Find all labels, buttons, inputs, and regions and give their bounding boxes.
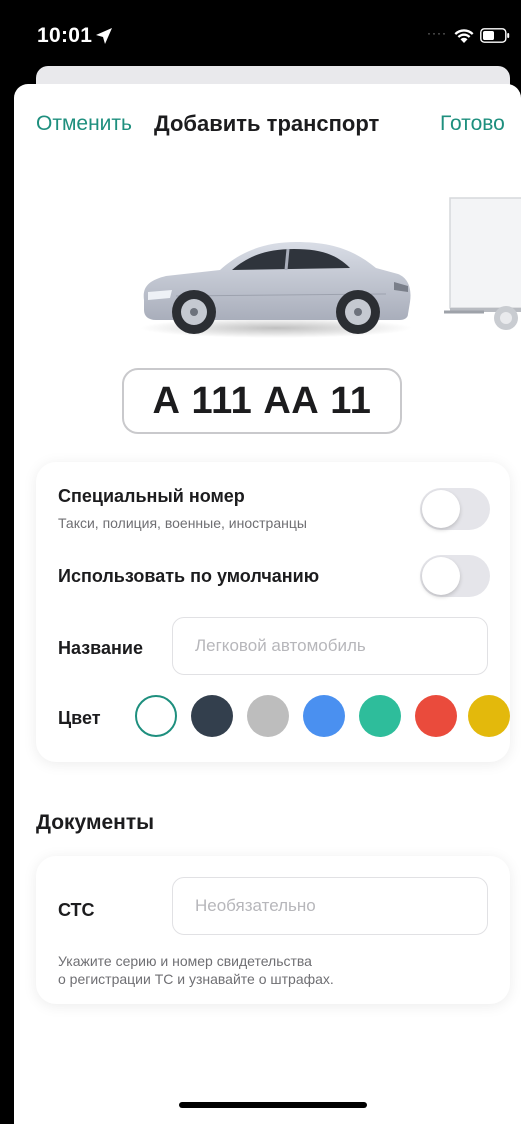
name-label: Название	[58, 638, 143, 658]
sts-help-text: Укажите серию и номер свидетельства о ре…	[58, 952, 478, 988]
wifi-icon	[454, 29, 474, 43]
sts-label: СТС	[58, 900, 95, 920]
color-swatch-red[interactable]	[415, 695, 457, 737]
color-swatch-dark[interactable]	[191, 695, 233, 737]
special-number-title: Специальный номер	[58, 486, 245, 506]
page-title: Добавить транспорт	[154, 111, 380, 136]
sts-help-line-1: Укажите серию и номер свидетельства	[58, 953, 312, 969]
vehicle-type-carousel[interactable]	[14, 194, 521, 344]
car-image[interactable]	[136, 230, 416, 340]
location-arrow-icon	[96, 28, 112, 44]
default-use-title: Использовать по умолчанию	[58, 566, 320, 586]
name-input[interactable]	[172, 617, 488, 675]
done-button[interactable]: Готово	[440, 112, 505, 136]
default-use-toggle[interactable]	[420, 555, 490, 597]
battery-icon	[480, 28, 510, 43]
sts-input[interactable]	[172, 877, 488, 935]
vehicle-settings-card: Специальный номер Такси, полиция, военны…	[36, 462, 510, 762]
toggle-knob	[422, 557, 460, 595]
cellular-dots-icon: ····	[427, 26, 447, 40]
status-bar: 10:01 ····	[0, 0, 521, 66]
special-number-subtitle: Такси, полиция, военные, иностранцы	[58, 515, 307, 531]
color-swatch-yellow[interactable]	[468, 695, 510, 737]
add-vehicle-sheet: Отменить Добавить транспорт Готово А 111…	[14, 84, 521, 1124]
sts-help-line-2: о регистрации ТС и узнавайте о штрафах.	[58, 971, 334, 987]
home-indicator	[179, 1102, 367, 1108]
color-label: Цвет	[58, 708, 101, 728]
color-swatch-white[interactable]	[135, 695, 177, 737]
status-time: 10:01	[37, 24, 93, 47]
documents-heading: Документы	[36, 811, 155, 834]
color-swatch-gray[interactable]	[247, 695, 289, 737]
color-swatch-green[interactable]	[359, 695, 401, 737]
documents-card: СТС Укажите серию и номер свидетельства …	[36, 856, 510, 1004]
truck-image[interactable]	[444, 194, 521, 334]
special-number-toggle[interactable]	[420, 488, 490, 530]
license-plate-field[interactable]: А 111 АА 11	[122, 368, 402, 434]
cancel-button[interactable]: Отменить	[36, 112, 132, 136]
toggle-knob	[422, 490, 460, 528]
color-swatch-blue[interactable]	[303, 695, 345, 737]
